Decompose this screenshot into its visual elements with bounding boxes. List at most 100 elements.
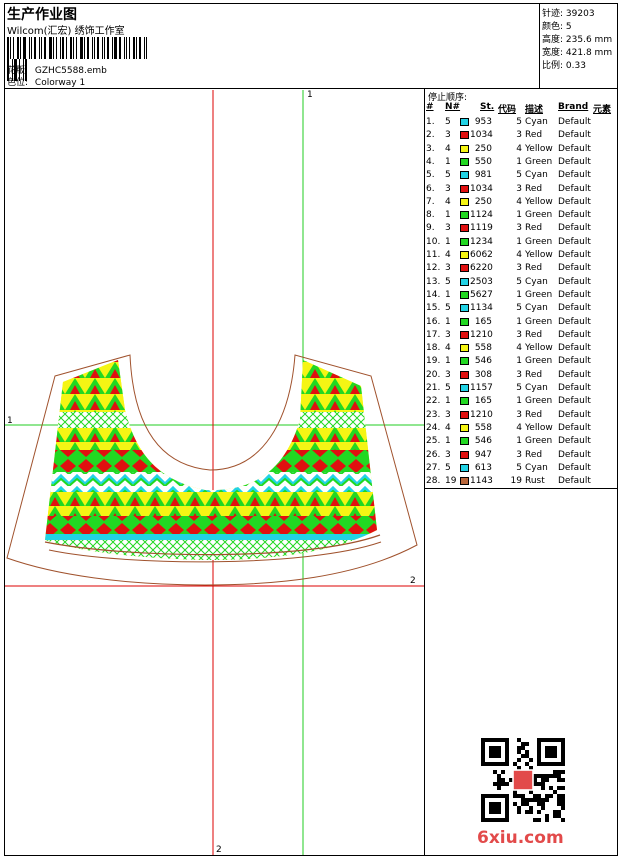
row-index: 9. xyxy=(426,223,435,234)
row-index: 23. xyxy=(426,409,441,420)
row-stitches: 6062 xyxy=(470,250,493,260)
color-swatch xyxy=(460,317,469,326)
row-index: 3. xyxy=(426,143,435,154)
barcode-bar xyxy=(17,37,19,59)
row-needle: 3 xyxy=(445,263,451,274)
color-swatch xyxy=(460,251,469,259)
row-stitches: 1210 xyxy=(470,409,493,420)
row-needle: 4 xyxy=(445,143,451,154)
row-needle: 1 xyxy=(445,236,451,247)
row-index: 5. xyxy=(426,170,435,181)
row-needle: 1 xyxy=(445,436,451,447)
barcode-bar xyxy=(60,37,61,59)
col-header-code: 代码 xyxy=(498,105,517,115)
row-needle: 3 xyxy=(445,369,451,380)
barcode-bar xyxy=(23,37,26,59)
row-code: 19 xyxy=(510,476,522,487)
row-description: Cyan xyxy=(525,117,548,127)
row-description: Red xyxy=(525,263,543,274)
row-index: 8. xyxy=(426,210,435,221)
barcode-bar xyxy=(102,37,103,59)
barcode-bar xyxy=(119,37,121,59)
row-index: 13. xyxy=(426,276,441,287)
barcode-bar xyxy=(20,37,21,59)
barcode-bar xyxy=(126,37,127,59)
row-description: Yellow xyxy=(525,196,553,207)
stop-sequence-row: 3. 4 250 4 Yellow Default xyxy=(426,143,618,156)
col-header-brand: Brand xyxy=(558,102,589,112)
color-swatch xyxy=(460,171,469,180)
colors-label: 颜色: xyxy=(542,22,564,32)
stop-sequence-row: 9. 3 1119 3 Red Default xyxy=(426,222,618,235)
row-needle: 1 xyxy=(445,356,451,367)
row-brand: Default xyxy=(558,223,591,234)
row-index: 4. xyxy=(426,156,435,167)
row-brand: Default xyxy=(558,250,591,260)
row-index: 28. xyxy=(426,476,441,487)
barcode-bar xyxy=(49,37,52,59)
width-label: 宽度: xyxy=(542,48,564,58)
row-stitches: 947 xyxy=(474,449,492,460)
color-swatch xyxy=(460,131,469,140)
axis-label-left: 1 xyxy=(7,416,13,426)
row-brand: Default xyxy=(558,396,591,407)
row-stitches: 165 xyxy=(474,396,492,407)
design-canvas: 1 1 2 2 xyxy=(5,90,424,855)
stop-sequence-row: 19. 1 546 1 Green Default xyxy=(426,355,618,368)
row-stitches: 1119 xyxy=(470,223,493,234)
barcode-bar xyxy=(107,37,109,59)
barcode-bar xyxy=(31,37,32,59)
row-index: 11. xyxy=(426,250,441,260)
colors-row: 颜色: 5 xyxy=(542,19,572,32)
barcode-bar xyxy=(146,37,147,59)
row-stitches: 2503 xyxy=(470,276,493,287)
scale-value: 0.33 xyxy=(565,61,586,71)
row-brand: Default xyxy=(558,436,591,447)
row-needle: 4 xyxy=(445,196,451,207)
row-stitches: 546 xyxy=(474,436,492,447)
row-description: Yellow xyxy=(525,343,553,354)
row-brand: Default xyxy=(558,356,591,367)
axis-label-right: 2 xyxy=(410,576,416,586)
row-description: Yellow xyxy=(525,250,553,260)
row-description: Yellow xyxy=(525,422,553,433)
axis-label-top: 1 xyxy=(307,90,313,100)
row-description: Green xyxy=(525,316,553,327)
stats-divider xyxy=(539,3,540,89)
row-needle: 4 xyxy=(445,422,451,433)
row-code: 4 xyxy=(516,250,522,260)
row-description: Red xyxy=(525,329,543,340)
color-swatch xyxy=(460,397,469,406)
row-stitches: 1134 xyxy=(470,303,493,314)
scale-label: 比例: xyxy=(542,61,564,71)
colorway-label: 色位: xyxy=(7,78,29,88)
row-code: 4 xyxy=(516,422,522,433)
row-index: 14. xyxy=(426,289,441,300)
color-swatch xyxy=(460,437,469,446)
row-needle: 3 xyxy=(445,183,451,194)
row-stitches: 1124 xyxy=(470,210,493,221)
row-needle: 4 xyxy=(445,343,451,354)
row-code: 3 xyxy=(516,223,522,234)
row-brand: Default xyxy=(558,117,591,127)
row-code: 1 xyxy=(516,356,522,367)
row-index: 10. xyxy=(426,236,441,247)
watermark: 6xiu.com xyxy=(477,828,564,848)
row-index: 17. xyxy=(426,329,441,340)
row-code: 5 xyxy=(516,383,522,393)
color-swatch xyxy=(460,384,469,392)
row-index: 25. xyxy=(426,436,441,447)
row-code: 3 xyxy=(516,183,522,194)
row-brand: Default xyxy=(558,369,591,380)
row-code: 5 xyxy=(516,117,522,127)
stop-sequence-row: 2. 3 1034 3 Red Default xyxy=(426,129,618,142)
stop-sequence-row: 27. 5 613 5 Cyan Default xyxy=(426,462,618,475)
color-swatch xyxy=(460,157,469,166)
row-code: 1 xyxy=(516,210,522,221)
color-swatch xyxy=(460,450,469,459)
row-needle: 5 xyxy=(445,383,451,393)
barcode-bar xyxy=(136,37,137,59)
row-stitches: 250 xyxy=(474,196,492,207)
row-brand: Default xyxy=(558,143,591,154)
row-brand: Default xyxy=(558,130,591,141)
